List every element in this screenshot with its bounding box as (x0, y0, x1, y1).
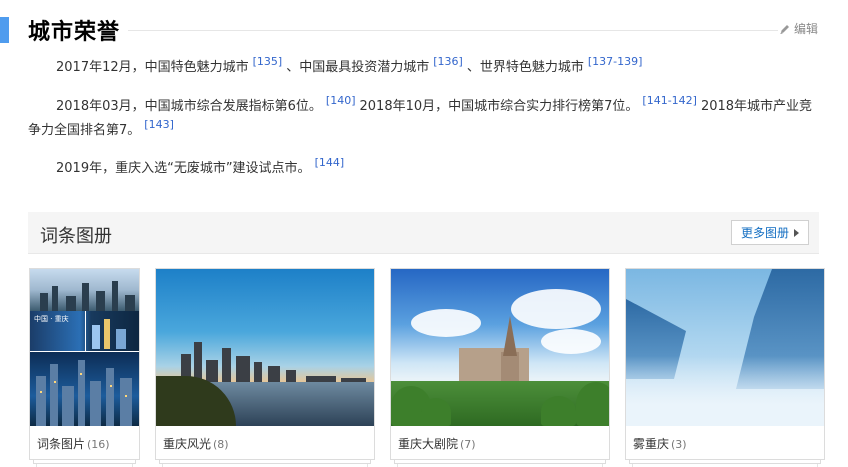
album-card-name: 重庆风光 (163, 437, 212, 451)
album-header: 词条图册 更多图册 (28, 212, 819, 254)
caret-right-icon (794, 228, 799, 237)
citation-link[interactable]: [144] (315, 156, 345, 169)
album-card-name: 重庆大剧院 (398, 437, 459, 451)
paragraph-2018: 2018年03月，中国城市综合发展指标第6位。 [140] 2018年10月，中国城… (28, 94, 818, 143)
edit-link[interactable]: 编辑 (779, 20, 818, 37)
paragraph-text: 2018年03月，中国城市综合发展指标第6位。 (56, 99, 322, 114)
paragraph-2017: 2017年12月，中国特色魅力城市 [135] 、中国最具投资潜力城市 [136] 、世… (28, 55, 818, 80)
citation-link[interactable]: [141-142] (642, 94, 697, 107)
citation-link[interactable]: [140] (326, 94, 356, 107)
city-skyline-image (156, 269, 374, 426)
paragraph-text: 2018年10月，中国城市综合实力排行榜第7位。 (359, 99, 639, 114)
citation-link[interactable]: [137-139] (588, 55, 643, 68)
collage-image: 中国 · 重庆 (30, 269, 139, 426)
section-title: 城市荣誉 (28, 20, 121, 45)
foggy-mountains-image (626, 269, 824, 426)
paragraph-text: 、中国最具投资潜力城市 (286, 60, 430, 75)
title-divider (128, 30, 778, 31)
citation-link[interactable]: [136] (433, 55, 463, 68)
citation-link[interactable]: [143] (144, 118, 174, 131)
album-card-caption: 重庆风光 (8) (163, 435, 229, 452)
more-albums-label: 更多图册 (740, 226, 789, 240)
album-card[interactable]: 中国 · 重庆 词条图片 (16) (29, 268, 140, 467)
paragraph-text: 、世界特色魅力城市 (466, 60, 584, 75)
album-card-caption: 重庆大剧院 (7) (398, 435, 476, 452)
album-card-name: 词条图片 (37, 437, 86, 451)
album-card[interactable]: 重庆风光 (8) (155, 268, 375, 467)
album-card-count: (16) (87, 438, 110, 451)
pencil-icon (779, 23, 791, 35)
album-card-count: (8) (213, 438, 229, 451)
album-card-caption: 雾重庆 (3) (633, 435, 687, 452)
album-title: 词条图册 (40, 226, 112, 247)
edit-label: 编辑 (794, 22, 819, 36)
album-card-count: (3) (671, 438, 687, 451)
album-card-caption: 词条图片 (16) (37, 435, 110, 452)
paragraph-2019: 2019年，重庆入选“无废城市”建设试点市。 [144] (28, 156, 818, 181)
album-card-name: 雾重庆 (633, 437, 670, 451)
church-image (391, 269, 609, 426)
paragraph-text: 2019年，重庆入选“无废城市”建设试点市。 (56, 161, 311, 176)
citation-link[interactable]: [135] (253, 55, 283, 68)
paragraph-text: 2017年12月，中国特色魅力城市 (56, 60, 249, 75)
album-card[interactable]: 雾重庆 (3) (625, 268, 825, 467)
more-albums-button[interactable]: 更多图册 (731, 220, 809, 245)
album-card[interactable]: 重庆大剧院 (7) (390, 268, 610, 467)
album-card-count: (7) (460, 438, 476, 451)
section-accent-bar (0, 17, 9, 43)
